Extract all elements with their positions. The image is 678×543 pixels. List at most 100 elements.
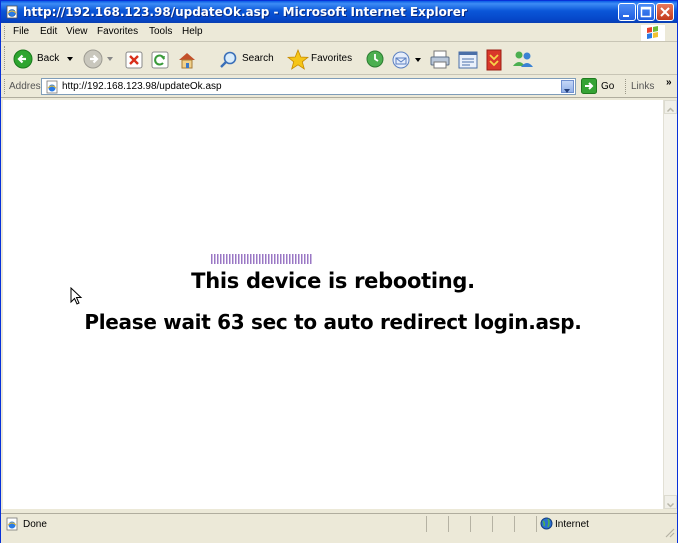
menu-bar: File Edit View Favorites Tools Help (1, 23, 677, 42)
redirect-message: Please wait 63 sec to auto redirect logi… (84, 310, 582, 334)
menu-help[interactable]: Help (182, 26, 203, 37)
address-bar: Address http://192.168.123.98/updateOk.a… (1, 76, 677, 98)
edit-page-icon[interactable] (457, 50, 479, 70)
page-frame: This device is rebooting. Please wait 63… (1, 98, 677, 511)
forward-arrow-icon (83, 49, 103, 69)
minimize-button[interactable] (618, 3, 636, 21)
scroll-down-button[interactable] (664, 495, 677, 509)
favorites-label: Favorites (311, 53, 353, 64)
progress-tick (256, 254, 258, 264)
progress-tick (229, 254, 231, 264)
address-input[interactable]: http://192.168.123.98/updateOk.asp (41, 78, 576, 95)
close-icon (660, 7, 670, 17)
mail-button[interactable] (391, 48, 425, 72)
close-button[interactable] (656, 3, 674, 21)
globe-icon (540, 517, 553, 530)
mail-icon (392, 51, 410, 69)
chevron-right-icon[interactable]: » (666, 77, 672, 88)
windows-logo-icon (641, 25, 665, 41)
progress-tick (277, 254, 279, 264)
progress-tick (235, 254, 237, 264)
menubar-grip[interactable] (4, 26, 8, 39)
page-content: This device is rebooting. Please wait 63… (3, 100, 663, 509)
progress-tick (247, 254, 249, 264)
page-icon (46, 80, 58, 94)
progress-tick (310, 254, 312, 264)
scroll-up-button[interactable] (664, 100, 677, 114)
status-cell (514, 516, 537, 532)
progress-indicator (211, 254, 312, 264)
status-cell (426, 516, 449, 532)
progress-tick (214, 254, 216, 264)
status-text: Done (23, 519, 47, 530)
menu-file[interactable]: File (13, 26, 29, 37)
progress-tick (301, 254, 303, 264)
menu-edit[interactable]: Edit (40, 26, 57, 37)
progress-tick (223, 254, 225, 264)
window-title: http://192.168.123.98/updateOk.asp - Mic… (23, 5, 467, 19)
go-arrow-icon (581, 78, 597, 94)
resize-grip-icon[interactable] (663, 526, 675, 538)
menu-view[interactable]: View (66, 26, 88, 37)
vertical-scrollbar[interactable] (663, 100, 677, 509)
progress-tick (238, 254, 240, 264)
print-icon[interactable] (429, 50, 451, 70)
chevron-down-icon (564, 89, 570, 93)
address-dropdown-button[interactable] (561, 80, 574, 93)
title-bar[interactable]: http://192.168.123.98/updateOk.asp - Mic… (1, 1, 677, 23)
progress-tick (271, 254, 273, 264)
links-grip[interactable] (625, 79, 629, 94)
home-icon[interactable] (177, 50, 197, 70)
chevron-down-icon[interactable] (415, 58, 421, 62)
refresh-icon[interactable] (151, 51, 169, 69)
favorites-star-icon (287, 49, 309, 70)
chevron-down-icon (666, 502, 675, 508)
progress-tick (211, 254, 213, 264)
progress-tick (241, 254, 243, 264)
status-cell (470, 516, 493, 532)
progress-tick (274, 254, 276, 264)
zone-label: Internet (555, 519, 589, 530)
links-label[interactable]: Links (631, 81, 654, 92)
browser-window: http://192.168.123.98/updateOk.asp - Mic… (0, 0, 678, 543)
menu-favorites[interactable]: Favorites (97, 26, 138, 37)
chevron-down-icon[interactable] (107, 57, 113, 61)
go-button[interactable]: Go (581, 78, 619, 96)
search-icon (220, 51, 237, 68)
messenger-icon[interactable] (511, 49, 535, 69)
zone-cell: Internet (536, 516, 657, 532)
research-icon[interactable] (485, 49, 503, 71)
history-icon[interactable] (365, 49, 385, 69)
stop-icon[interactable] (125, 51, 143, 69)
progress-tick (298, 254, 300, 264)
status-cell (448, 516, 471, 532)
back-label: Back (37, 53, 60, 64)
search-label: Search (242, 53, 274, 64)
addressbar-grip[interactable] (4, 79, 8, 94)
maximize-button[interactable] (637, 3, 655, 21)
progress-tick (304, 254, 306, 264)
go-label: Go (601, 81, 615, 92)
forward-button[interactable] (81, 47, 121, 71)
reboot-message: This device is rebooting. (191, 269, 475, 293)
ie-page-icon (6, 5, 18, 19)
progress-tick (265, 254, 267, 264)
address-url: http://192.168.123.98/updateOk.asp (62, 81, 222, 92)
back-button[interactable]: Back (11, 47, 73, 71)
maximize-icon (640, 6, 652, 18)
toolbar-grip[interactable] (4, 46, 8, 70)
progress-tick (295, 254, 297, 264)
chevron-up-icon (666, 107, 675, 113)
progress-tick (262, 254, 264, 264)
search-button[interactable]: Search (217, 47, 281, 71)
progress-tick (250, 254, 252, 264)
mouse-cursor-icon (70, 287, 83, 305)
menu-tools[interactable]: Tools (149, 26, 172, 37)
chevron-down-icon[interactable] (67, 57, 73, 61)
favorites-button[interactable]: Favorites (287, 47, 361, 71)
progress-tick (283, 254, 285, 264)
progress-tick (289, 254, 291, 264)
progress-tick (292, 254, 294, 264)
progress-tick (220, 254, 222, 264)
progress-tick (232, 254, 234, 264)
